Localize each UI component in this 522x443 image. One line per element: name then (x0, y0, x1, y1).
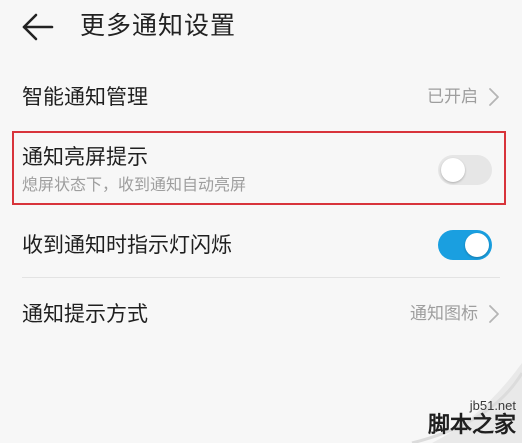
title-bar: 更多通知设置 (0, 0, 522, 56)
smart-notification-management-value: 已开启 (427, 87, 478, 107)
page-title: 更多通知设置 (80, 11, 237, 40)
chevron-right-icon (489, 88, 499, 106)
watermark-swoosh (411, 363, 522, 443)
notification-wake-screen-toggle[interactable] (438, 155, 492, 185)
notification-style-row[interactable]: 通知提示方式 通知图标 (0, 286, 522, 342)
notification-wake-screen-label: 通知亮屏提示 (22, 145, 148, 169)
back-button[interactable] (18, 10, 58, 44)
smart-notification-management-label: 智能通知管理 (22, 85, 148, 109)
indicator-light-blink-toggle[interactable] (438, 230, 492, 260)
arrow-left-icon (22, 13, 54, 41)
notification-wake-screen-row[interactable]: 通知亮屏提示 熄屏状态下，收到通知自动亮屏 (0, 133, 522, 205)
smart-notification-management-row[interactable]: 智能通知管理 已开启 (0, 70, 522, 126)
notification-style-label: 通知提示方式 (22, 302, 148, 326)
watermark: jb51.net 脚本之家 (372, 363, 522, 443)
toggle-knob (441, 158, 465, 182)
watermark-url: jb51.net (469, 398, 516, 413)
indicator-light-blink-row[interactable]: 收到通知时指示灯闪烁 (0, 214, 522, 276)
toggle-knob (465, 233, 489, 257)
notification-wake-screen-description: 熄屏状态下，收到通知自动亮屏 (22, 175, 247, 194)
divider (22, 277, 500, 278)
notification-style-value: 通知图标 (410, 304, 478, 324)
chevron-right-icon (489, 305, 499, 323)
indicator-light-blink-label: 收到通知时指示灯闪烁 (22, 233, 232, 257)
watermark-brand: 脚本之家 (427, 413, 516, 438)
